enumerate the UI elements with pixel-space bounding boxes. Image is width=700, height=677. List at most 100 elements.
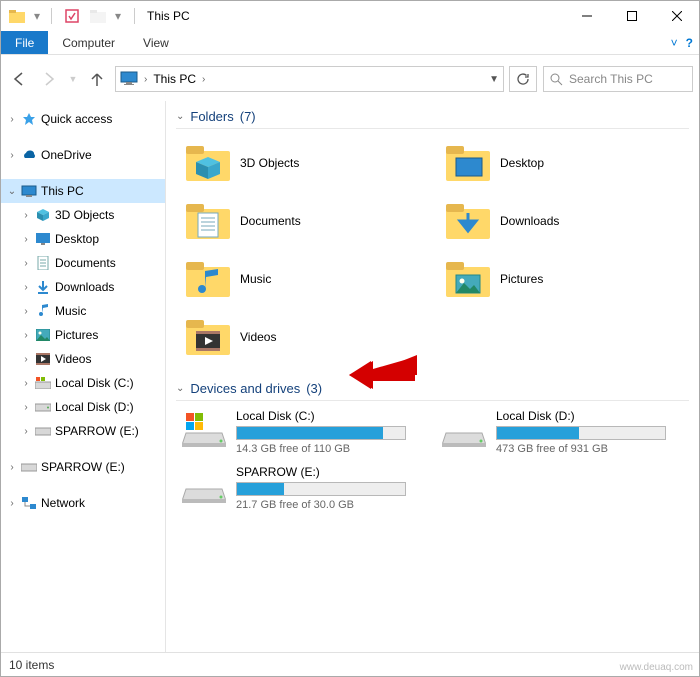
- folder-label: Desktop: [500, 156, 544, 170]
- tree-local-disk-d[interactable]: ›Local Disk (D:): [1, 395, 165, 419]
- folder-icon: [186, 257, 230, 301]
- navigation-bar: ▼ › This PC › ▼ Search This PC: [1, 61, 699, 97]
- video-icon: [35, 351, 51, 367]
- expander-icon[interactable]: ›: [7, 114, 17, 125]
- tab-computer[interactable]: Computer: [48, 31, 129, 54]
- expander-icon[interactable]: ›: [7, 462, 17, 473]
- chevron-down-icon[interactable]: ˅: [671, 36, 678, 50]
- tree-label: Local Disk (C:): [55, 376, 134, 390]
- folder-documents[interactable]: Documents: [176, 195, 426, 247]
- expander-icon[interactable]: ›: [21, 282, 31, 293]
- tree-label: SPARROW (E:): [41, 460, 125, 474]
- drive-capacity-bar: [236, 482, 406, 496]
- network-icon: [21, 495, 37, 511]
- tree-label: SPARROW (E:): [55, 424, 139, 438]
- expander-icon[interactable]: ›: [21, 210, 31, 221]
- tree-sparrow-removable[interactable]: › SPARROW (E:): [1, 455, 165, 479]
- folder-3d-objects[interactable]: 3D Objects: [176, 137, 426, 189]
- music-icon: [35, 303, 51, 319]
- recent-dropdown-icon[interactable]: ▼: [67, 67, 79, 91]
- section-label: Devices and drives: [190, 381, 300, 396]
- drive-item[interactable]: SPARROW (E:) 21.7 GB free of 30.0 GB: [176, 465, 426, 511]
- qat-customize-icon[interactable]: ▾: [112, 4, 124, 28]
- folder-icon: [5, 4, 29, 28]
- expander-icon[interactable]: ›: [21, 330, 31, 341]
- tree-local-disk-c[interactable]: › Local Disk (C:): [1, 371, 165, 395]
- breadcrumb-this-pc[interactable]: This PC: [153, 72, 196, 86]
- expander-icon[interactable]: ›: [21, 426, 31, 437]
- star-icon: [21, 111, 37, 127]
- window-controls: [564, 1, 699, 31]
- tree-label: 3D Objects: [55, 208, 114, 222]
- close-button[interactable]: [654, 1, 699, 31]
- tree-3d-objects[interactable]: › 3D Objects: [1, 203, 165, 227]
- chevron-down-icon: ⌄: [176, 111, 184, 122]
- quick-access-toolbar: ▾ ▾: [1, 4, 128, 28]
- cloud-icon: [21, 147, 37, 163]
- folders-grid: 3D Objects Desktop Documents Downloads M…: [176, 137, 689, 363]
- this-pc-icon: [120, 71, 138, 88]
- refresh-button[interactable]: [509, 66, 537, 92]
- chevron-down-icon: ⌄: [176, 383, 184, 394]
- folder-label: Downloads: [500, 214, 559, 228]
- minimize-button[interactable]: [564, 1, 609, 31]
- expander-icon[interactable]: ›: [7, 498, 17, 509]
- annotation-arrow-icon: [349, 351, 419, 391]
- folder-pictures[interactable]: Pictures: [436, 253, 686, 305]
- drive-name: Local Disk (C:): [236, 409, 426, 423]
- expander-icon[interactable]: ⌄: [7, 186, 17, 197]
- drive-capacity-bar: [496, 426, 666, 440]
- expander-icon[interactable]: ›: [7, 150, 17, 161]
- chevron-down-icon[interactable]: ▼: [489, 74, 499, 85]
- expander-icon[interactable]: ›: [21, 354, 31, 365]
- tree-documents[interactable]: ›Documents: [1, 251, 165, 275]
- tab-view[interactable]: View: [129, 31, 183, 54]
- drive-item[interactable]: Local Disk (C:) 14.3 GB free of 110 GB: [176, 409, 426, 455]
- drive-free-text: 14.3 GB free of 110 GB: [236, 443, 426, 455]
- qat-dropdown-icon[interactable]: ▾: [31, 4, 43, 28]
- folder-label: Documents: [240, 214, 301, 228]
- tree-desktop[interactable]: ›Desktop: [1, 227, 165, 251]
- desktop-icon: [35, 231, 51, 247]
- back-button[interactable]: [7, 67, 31, 91]
- drives-grid: Local Disk (C:) 14.3 GB free of 110 GB L…: [176, 409, 689, 511]
- tree-sparrow-e[interactable]: › SPARROW (E:): [1, 419, 165, 443]
- separator: [51, 8, 52, 24]
- help-icon[interactable]: ?: [686, 36, 693, 50]
- tree-onedrive[interactable]: › OneDrive: [1, 143, 165, 167]
- tree-pictures[interactable]: ›Pictures: [1, 323, 165, 347]
- tree-this-pc[interactable]: ⌄ This PC: [1, 179, 165, 203]
- expander-icon[interactable]: ›: [21, 258, 31, 269]
- expander-icon[interactable]: ›: [21, 378, 31, 389]
- maximize-button[interactable]: [609, 1, 654, 31]
- drive-icon: [35, 399, 51, 415]
- expander-icon[interactable]: ›: [21, 306, 31, 317]
- expander-icon[interactable]: ›: [21, 234, 31, 245]
- tree-videos[interactable]: ›Videos: [1, 347, 165, 371]
- titlebar: ▾ ▾ This PC: [1, 1, 699, 31]
- search-placeholder: Search This PC: [569, 72, 653, 86]
- folder-downloads[interactable]: Downloads: [436, 195, 686, 247]
- chevron-right-icon[interactable]: ›: [144, 74, 147, 85]
- tab-file[interactable]: File: [1, 31, 48, 54]
- address-bar[interactable]: › This PC › ▼: [115, 66, 504, 92]
- tree-music[interactable]: ›Music: [1, 299, 165, 323]
- section-drives-header[interactable]: ⌄ Devices and drives (3): [176, 381, 689, 401]
- folder-desktop[interactable]: Desktop: [436, 137, 686, 189]
- tree-quick-access[interactable]: › Quick access: [1, 107, 165, 131]
- new-folder-icon[interactable]: [86, 4, 110, 28]
- content-pane: ⌄ Folders (7) 3D Objects Desktop Documen…: [166, 101, 699, 652]
- expander-icon[interactable]: ›: [21, 402, 31, 413]
- separator: [134, 8, 135, 24]
- up-button[interactable]: [85, 67, 109, 91]
- drive-item[interactable]: Local Disk (D:) 473 GB free of 931 GB: [436, 409, 686, 455]
- section-folders-header[interactable]: ⌄ Folders (7): [176, 109, 689, 129]
- tree-network[interactable]: ›Network: [1, 491, 165, 515]
- folder-music[interactable]: Music: [176, 253, 426, 305]
- search-input[interactable]: Search This PC: [543, 66, 693, 92]
- tree-downloads[interactable]: ›Downloads: [1, 275, 165, 299]
- folder-icon: [446, 199, 490, 243]
- forward-button[interactable]: [37, 67, 61, 91]
- chevron-right-icon[interactable]: ›: [202, 74, 205, 85]
- properties-icon[interactable]: [60, 4, 84, 28]
